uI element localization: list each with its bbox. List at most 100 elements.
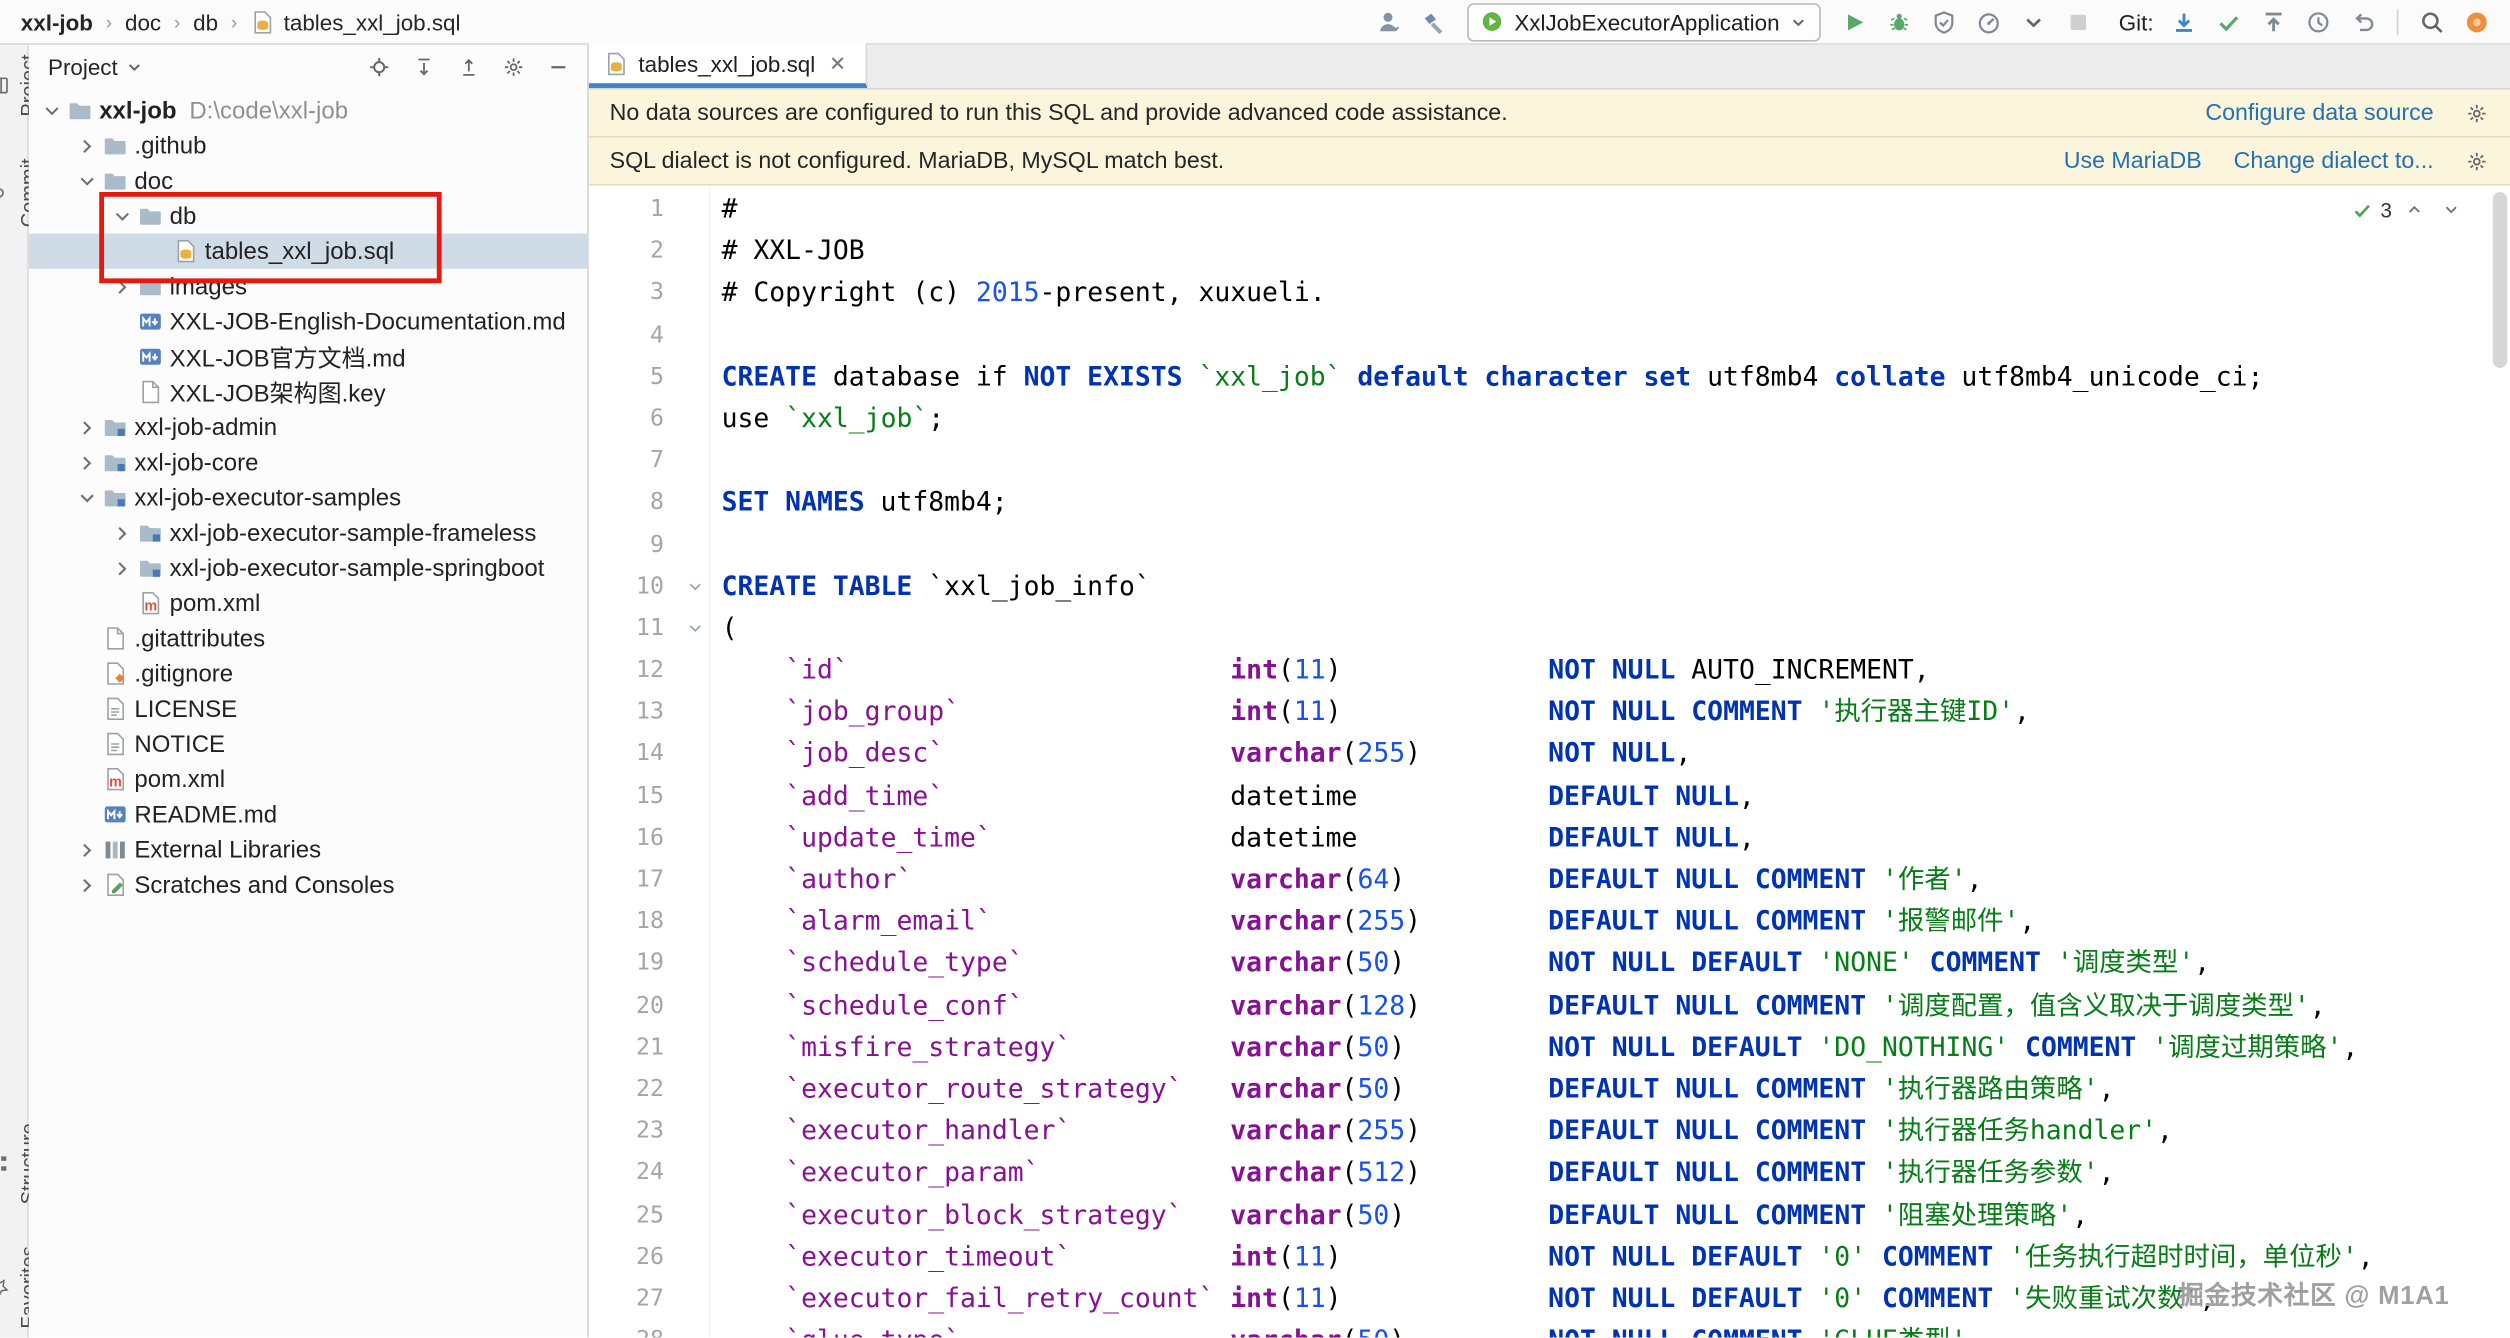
line-number: 20	[589, 985, 680, 1027]
editor-tab-tables-xxl-job-sql[interactable]: tables_xxl_job.sql	[589, 43, 867, 88]
tree-item-label: .github	[134, 132, 206, 159]
tree-item-xxl-job-executor-sample-frameless[interactable]: xxl-job-executor-sample-frameless	[29, 515, 587, 550]
line-number: 5	[589, 356, 680, 398]
chevron-right-icon[interactable]	[74, 837, 101, 863]
profiler-button[interactable]	[1968, 2, 2010, 40]
line-number: 19	[589, 943, 680, 985]
chevron-right-icon[interactable]	[109, 274, 136, 300]
banner-settings-icon[interactable]	[2466, 102, 2488, 124]
chevron-down-icon[interactable]	[109, 203, 136, 229]
breadcrumb-label: db	[193, 9, 218, 35]
vcs-update-button[interactable]	[2163, 2, 2205, 40]
banner-no-datasource: No data sources are configured to run th…	[589, 90, 2510, 138]
tree-item-xxl-job-executor-sample-springboot[interactable]: xxl-job-executor-sample-springboot	[29, 550, 587, 585]
line-number: 23	[589, 1111, 680, 1153]
run-configuration-label: XxlJobExecutorApplication	[1514, 9, 1779, 35]
tree-item-label: xxl-job	[99, 97, 176, 124]
chevron-right-icon[interactable]	[109, 520, 136, 546]
tree-item-tables-xxl-job-sql[interactable]: tables_xxl_job.sql	[29, 234, 587, 269]
code-line: `glue_type` varchar(50) NOT NULL COMMENT…	[722, 1320, 2510, 1338]
tree-item-scratches-and-consoles[interactable]: Scratches and Consoles	[29, 867, 587, 902]
tree-item-hint: D:\code\xxl-job	[189, 97, 348, 124]
tab-close-icon[interactable]	[825, 50, 851, 76]
tree-item-db[interactable]: db	[29, 198, 587, 233]
code-editor[interactable]: 1234567891011121314151617181920212223242…	[589, 186, 2510, 1338]
notification-button[interactable]	[2456, 2, 2498, 40]
tree-item-external-libraries[interactable]: External Libraries	[29, 832, 587, 867]
chevron-down-icon[interactable]	[38, 98, 65, 124]
tree-item-xxl-job-core[interactable]: xxl-job-core	[29, 445, 587, 480]
use-mariadb-link[interactable]: Use MariaDB	[2064, 148, 2202, 174]
tree-item-pom-xml[interactable]: m pom.xml	[29, 586, 587, 621]
coverage-button[interactable]	[1924, 2, 1966, 40]
tree-item-images[interactable]: images	[29, 269, 587, 304]
editor-area: tables_xxl_job.sql No data sources are c…	[589, 45, 2510, 1338]
run-configuration-select[interactable]: XxlJobExecutorApplication	[1468, 2, 1821, 40]
chevron-down-icon[interactable]	[74, 168, 101, 194]
code-line: `executor_handler` varchar(255) DEFAULT …	[722, 1111, 2510, 1153]
tree-item-xxl-job-admin[interactable]: xxl-job-admin	[29, 410, 587, 445]
breadcrumb-item-doc[interactable]: doc	[120, 7, 166, 36]
tree-item-xxl-job-executor-samples[interactable]: xxl-job-executor-samples	[29, 480, 587, 515]
line-number: 2	[589, 231, 680, 273]
breadcrumb-item-xxl-job[interactable]: xxl-job	[16, 7, 98, 36]
locate-button[interactable]	[360, 50, 398, 85]
search-button[interactable]	[2411, 2, 2453, 40]
history-button[interactable]	[2298, 2, 2340, 40]
chevron-right-icon[interactable]	[74, 450, 101, 476]
tree-item-notice[interactable]: NOTICE	[29, 726, 587, 761]
chevron-right-icon[interactable]	[109, 555, 136, 581]
tree-item-xxl-job-english-documentation-md[interactable]: XXL-JOB-English-Documentation.md	[29, 304, 587, 339]
breadcrumb-item-tables-xxl-job-sql[interactable]: tables_xxl_job.sql	[245, 7, 465, 36]
tree-item-xxl-job-md[interactable]: XXL-JOB官方文档.md	[29, 339, 587, 374]
tree-item-gitattributes[interactable]: .gitattributes	[29, 621, 587, 656]
chevron-right-icon[interactable]	[74, 133, 101, 159]
tree-item-label: pom.xml	[170, 590, 261, 617]
editor-code[interactable]: ## XXL-JOB# Copyright (c) 2015-present, …	[710, 186, 2510, 1338]
tree-item-readme-md[interactable]: README.md	[29, 797, 587, 832]
breadcrumb-item-db[interactable]: db	[188, 7, 223, 36]
editor-scrollbar[interactable]	[2488, 186, 2510, 1338]
chevron-right-icon[interactable]	[74, 414, 101, 440]
svg-text:m: m	[144, 598, 157, 614]
folder-module-icon	[101, 414, 128, 440]
hide-button[interactable]	[539, 50, 577, 85]
hammer-button[interactable]	[1414, 2, 1456, 40]
fold-marker[interactable]	[680, 578, 709, 596]
tree-item-gitignore[interactable]: .gitignore	[29, 656, 587, 691]
breadcrumb-separator: ›	[174, 10, 180, 32]
vcs-push-button[interactable]	[2253, 2, 2295, 40]
tree-item-github[interactable]: .github	[29, 128, 587, 163]
fold-marker[interactable]	[680, 620, 709, 638]
stop-button[interactable]	[2058, 2, 2100, 40]
breadcrumb-label: tables_xxl_job.sql	[284, 9, 461, 35]
run-button[interactable]	[1834, 2, 1876, 40]
configure-data-source-link[interactable]: Configure data source	[2205, 100, 2433, 126]
project-panel-title: Project	[48, 54, 118, 80]
chevron-right-icon[interactable]	[74, 872, 101, 898]
file-text-icon	[101, 696, 128, 722]
settings-gear-button[interactable]	[494, 50, 532, 85]
rollback-button[interactable]	[2342, 2, 2384, 40]
tree-item-pom-xml[interactable]: mpom.xml	[29, 762, 587, 797]
collapse-all-button[interactable]	[450, 50, 488, 85]
breadcrumb-label: xxl-job	[21, 9, 93, 35]
scrollbar-thumb[interactable]	[2493, 192, 2507, 368]
expand-all-button[interactable]	[405, 50, 443, 85]
chevron-down-icon[interactable]	[74, 485, 101, 511]
banner-settings-icon[interactable]	[2466, 150, 2488, 172]
tree-item-xxl-job-key[interactable]: XXL-JOB架构图.key	[29, 374, 587, 409]
user-button[interactable]	[1369, 2, 1411, 40]
caret-down-button[interactable]	[2013, 2, 2055, 40]
project-view-selector[interactable]: Project	[48, 54, 143, 80]
prev-problem-button[interactable]	[2400, 197, 2429, 223]
change-dialect-to-link[interactable]: Change dialect to...	[2234, 148, 2434, 174]
tree-item-license[interactable]: LICENSE	[29, 691, 587, 726]
tree-item-doc[interactable]: doc	[29, 163, 587, 198]
inspections-widget[interactable]: 3	[2345, 195, 2472, 224]
tree-item-xxl-job[interactable]: xxl-job D:\code\xxl-job	[29, 93, 587, 128]
next-problem-button[interactable]	[2437, 197, 2466, 223]
title-bar: xxl-job›doc›db›tables_xxl_job.sql XxlJob…	[0, 0, 2510, 45]
vcs-commit-button[interactable]	[2208, 2, 2250, 40]
debug-button[interactable]	[1879, 2, 1921, 40]
